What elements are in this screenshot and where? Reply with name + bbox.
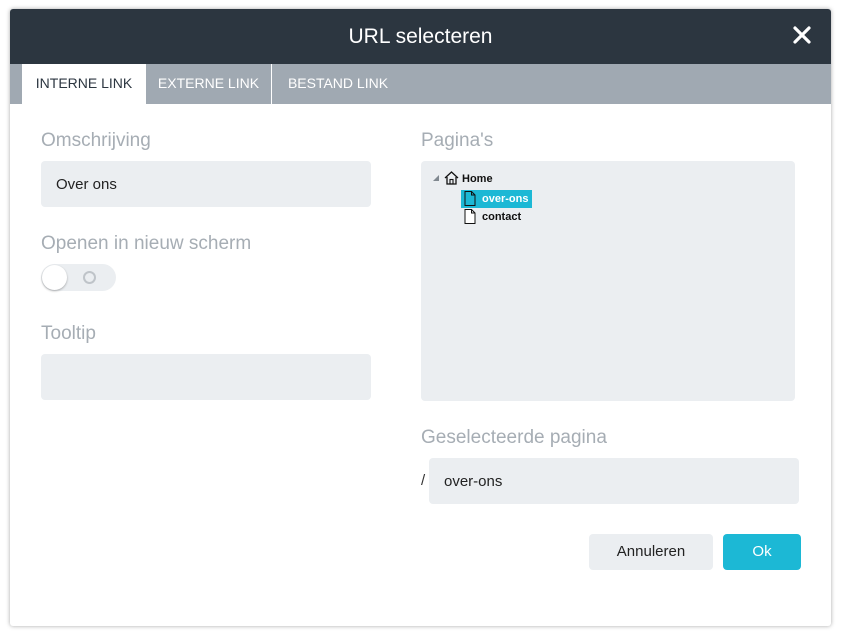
- tab-bar: Interne link Externe link Bestand link: [10, 64, 831, 104]
- page-icon: [464, 209, 476, 224]
- path-prefix: /: [421, 472, 426, 489]
- toggle-off-icon: [83, 271, 96, 284]
- dialog-title: URL selecteren: [348, 25, 493, 48]
- home-icon: [444, 171, 459, 185]
- toggle-knob: [42, 265, 67, 290]
- tree-node-label: Home: [462, 173, 493, 185]
- page-tree[interactable]: Home over-ons contact: [421, 161, 795, 401]
- pages-label: Pagina's: [421, 130, 494, 151]
- tooltip-input[interactable]: [41, 354, 371, 400]
- new-window-toggle[interactable]: [41, 264, 116, 291]
- tab-externe-link[interactable]: Externe link: [146, 64, 272, 104]
- tooltip-label: Tooltip: [41, 323, 96, 344]
- close-icon: [793, 26, 811, 44]
- page-icon: [464, 191, 476, 206]
- tab-interne-link[interactable]: Interne link: [22, 64, 146, 104]
- tree-node-home[interactable]: Home: [441, 170, 501, 188]
- tree-node-contact[interactable]: contact: [461, 208, 531, 226]
- url-select-dialog: URL selecteren Interne link Externe link…: [10, 9, 831, 626]
- tab-bestand-link[interactable]: Bestand link: [273, 64, 403, 104]
- selected-page-label: Geselecteerde pagina: [421, 427, 607, 448]
- tree-node-over-ons[interactable]: over-ons: [461, 190, 532, 208]
- tree-node-label: over-ons: [482, 193, 529, 205]
- close-button[interactable]: [787, 20, 817, 50]
- description-input[interactable]: [41, 161, 371, 207]
- tree-node-label: contact: [482, 211, 522, 223]
- expand-triangle-icon[interactable]: [432, 174, 440, 182]
- selected-page-input[interactable]: [429, 458, 799, 504]
- new-window-label: Openen in nieuw scherm: [41, 233, 252, 254]
- description-label: Omschrijving: [41, 130, 151, 151]
- cancel-button[interactable]: Annuleren: [589, 534, 713, 570]
- ok-button[interactable]: Ok: [723, 534, 801, 570]
- dialog-header: URL selecteren: [10, 9, 831, 64]
